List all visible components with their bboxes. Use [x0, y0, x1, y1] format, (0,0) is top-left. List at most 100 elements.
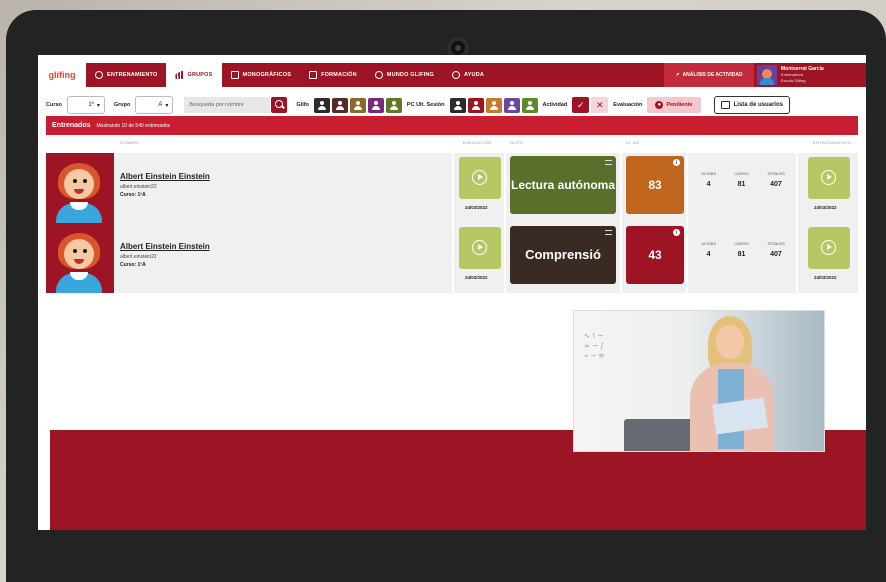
- nav-label: AYUDA: [464, 72, 485, 78]
- help-icon: [452, 71, 461, 79]
- student-avatar: [46, 153, 114, 223]
- pc-filter-person-icon[interactable]: [503, 97, 520, 113]
- pc-filter-label: PC Ult. Sesión: [406, 102, 445, 108]
- table-row: Albert Einstein Einstein albert.einstein…: [46, 223, 858, 293]
- training-play-button[interactable]: [808, 227, 850, 269]
- stat-curso: CURSO 81: [734, 171, 748, 188]
- nav-formacion[interactable]: FORMACIÓN: [300, 63, 366, 87]
- stat-totales: TOTALES 407: [767, 171, 785, 188]
- chevron-down-icon: ▾: [96, 102, 100, 109]
- pc-filter-person-icon[interactable]: [467, 97, 484, 113]
- user-profile[interactable]: Montserrat García Entrenadora Escola Gli…: [754, 63, 866, 87]
- search-button[interactable]: [271, 97, 288, 113]
- pc-filter-person-icon[interactable]: [485, 97, 502, 113]
- avatar-eye: [83, 249, 87, 253]
- cl-score-card[interactable]: 43 i: [626, 226, 684, 284]
- training-play-button[interactable]: [808, 157, 850, 199]
- list-icon: [720, 101, 730, 109]
- glifing-logo[interactable]: glifing: [38, 63, 86, 87]
- student-avatar: [46, 223, 114, 293]
- glifo-filter-person-icon[interactable]: [313, 97, 330, 113]
- curso-label: Curso: [46, 102, 62, 108]
- avatar-eye: [73, 249, 77, 253]
- info-icon[interactable]: i: [673, 229, 680, 236]
- stat-value: 4: [706, 181, 711, 188]
- glifo-filter-person-icon[interactable]: [331, 97, 348, 113]
- trend-icon: ↗: [675, 72, 680, 78]
- course-label: Curso:: [120, 262, 137, 268]
- close-icon[interactable]: ✕: [591, 97, 609, 113]
- nav-grupos[interactable]: GRUPOS: [166, 63, 222, 87]
- evaluation-play-button[interactable]: [459, 227, 501, 269]
- cl-score-card[interactable]: 83 i: [626, 156, 684, 214]
- evaluation-play-button[interactable]: [459, 157, 501, 199]
- analysis-label: ANÁLISIS DE ACTIVIDAD: [682, 72, 743, 78]
- users-list-button[interactable]: Lista de usuarios: [713, 96, 790, 114]
- evaluation-cell: 24/03/2022: [452, 223, 504, 293]
- document-icon: [230, 71, 239, 79]
- training-cell: 24/03/2022: [796, 223, 858, 293]
- course-label: Curso:: [120, 192, 137, 198]
- nav-ayuda[interactable]: AYUDA: [443, 63, 493, 87]
- glifo-filter-person-icon[interactable]: [367, 97, 384, 113]
- video-icon: [309, 71, 318, 79]
- student-course: Curso: 1ºA: [120, 262, 146, 268]
- nav-label: MUNDO GLIFING: [386, 72, 435, 78]
- filter-bar: Curso 1º ▾ Grupo A ▾ Busqueda por nombre…: [46, 95, 858, 115]
- nav-monograficos[interactable]: MONOGRÁFICOS: [222, 63, 301, 87]
- cloud-icon: [95, 71, 103, 79]
- curso-value: 1º: [88, 102, 94, 108]
- search-input[interactable]: Busqueda por nombre: [184, 97, 271, 113]
- course-value: 1ºA: [137, 262, 146, 268]
- col-header-cl-ms: CL MS: [626, 140, 640, 145]
- chevron-down-icon: ▾: [165, 102, 169, 109]
- trained-banner: Entrenados Mostrando 10 de 540 entrenado…: [46, 116, 858, 135]
- pending-button[interactable]: ● Pendiente: [647, 97, 701, 113]
- top-navigation: glifing ENTRENAMIENTO GRUPOS MONOGRÁFICO…: [38, 63, 866, 87]
- stats-group: 15 DÍAS 4 CURSO 81 TOTALES 407: [692, 241, 794, 258]
- pc-filter-chips: [449, 97, 538, 113]
- pending-label: Pendiente: [666, 102, 693, 108]
- student-username: albert.einstein22: [120, 254, 157, 260]
- info-icon[interactable]: i: [673, 159, 680, 166]
- app-screen: glifing ENTRENAMIENTO GRUPOS MONOGRÁFICO…: [38, 55, 866, 530]
- curso-select[interactable]: 1º ▾: [66, 96, 105, 114]
- grupo-select[interactable]: A ▾: [135, 96, 174, 114]
- nav-label: ENTRENAMIENTO: [107, 72, 158, 78]
- stat-value: 4: [706, 251, 711, 258]
- check-icon[interactable]: ✓: [572, 97, 590, 113]
- stat-15-dias: 15 DÍAS 4: [701, 241, 716, 258]
- nav-label: FORMACIÓN: [321, 72, 357, 78]
- user-info: Montserrat García Entrenadora Escola Gli…: [781, 66, 824, 84]
- avatar-face: [64, 169, 94, 199]
- stat-header: TOTALES: [766, 171, 785, 176]
- activity-analysis-button[interactable]: ↗ ANÁLISIS DE ACTIVIDAD: [664, 63, 754, 87]
- avatar: [757, 65, 777, 85]
- stat-curso: CURSO 81: [734, 241, 748, 258]
- nav-mundo-glifing[interactable]: MUNDO GLIFING: [366, 63, 443, 87]
- stat-header: TOTALES: [766, 241, 785, 246]
- glifo-cell: Lectura autónoma: [504, 153, 620, 223]
- stat-15-dias: 15 DÍAS 4: [701, 171, 716, 188]
- glifo-filter-person-icon[interactable]: [385, 97, 402, 113]
- evaluation-date: 24/03/2022: [465, 275, 488, 280]
- glifo-filter-person-icon[interactable]: [349, 97, 366, 113]
- grid-icon: [605, 230, 612, 235]
- course-value: 1ºA: [137, 192, 146, 198]
- col-header-entrenamiento: ENTRENAMIENTO: [813, 140, 852, 145]
- grupo-label: Grupo: [113, 102, 131, 108]
- stats-cell: 15 DÍAS 4 CURSO 81 TOTALES 407: [686, 153, 796, 223]
- student-name-link[interactable]: Albert Einstein Einstein: [120, 172, 210, 181]
- nav-entrenamiento[interactable]: ENTRENAMIENTO: [86, 63, 166, 87]
- photo-person-face: [716, 325, 744, 359]
- glifo-card[interactable]: Lectura autónoma: [510, 156, 616, 214]
- col-header-evaluacion: EVALUACIÓN: [463, 140, 492, 145]
- glifo-text: Comprensió: [525, 247, 601, 262]
- glifo-card[interactable]: Comprensió: [510, 226, 616, 284]
- cl-cell: 43 i: [620, 223, 686, 293]
- student-name-link[interactable]: Albert Einstein Einstein: [120, 242, 210, 251]
- actividad-toggle: ✓ ✕: [572, 97, 609, 113]
- glifo-filter-label: Glifo: [296, 102, 309, 108]
- pc-filter-person-icon[interactable]: [449, 97, 466, 113]
- pc-filter-person-icon[interactable]: [521, 97, 538, 113]
